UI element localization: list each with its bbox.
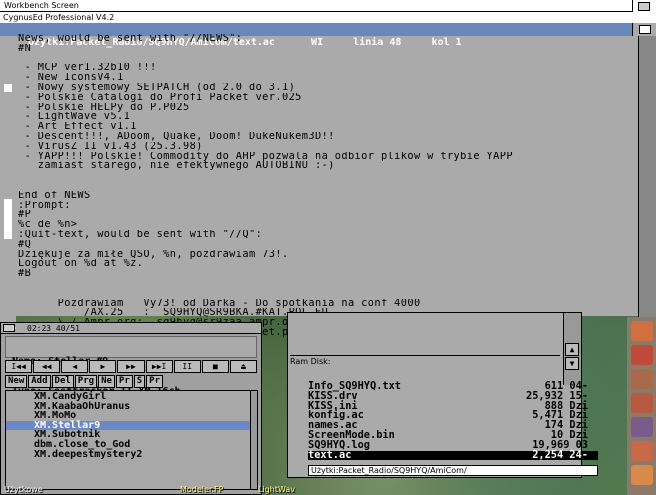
player-title-bar: 02:23 40/51 xyxy=(1,323,261,334)
module-info: Name: Stellar #9 Type: Fasttracker II XM… xyxy=(5,336,257,397)
paint-icon[interactable] xyxy=(631,345,653,365)
playlist-actions: New Add Del Prg Ne Pr S Pr xyxy=(5,375,257,388)
fruit-icon[interactable] xyxy=(631,465,653,485)
directory-scrollbar[interactable]: ▲ ▼ xyxy=(563,313,581,385)
playlist-action-new-button[interactable]: New xyxy=(5,375,28,388)
transport-button[interactable]: ▶▶ xyxy=(117,360,145,373)
playlist-action-pr-button[interactable]: Pr xyxy=(146,375,164,388)
editor-screen-title: CygnusEd Professional V4.2 xyxy=(0,12,656,23)
player-time: 02:23 40/51 xyxy=(27,324,80,333)
playlist-item[interactable]: XM.deepestmystery2 xyxy=(6,449,251,460)
editor-line: #P xyxy=(18,210,32,221)
editor-scrollbar[interactable] xyxy=(638,36,656,326)
editor-line: - Descent!!!, ADoom, Quake, Doom! DukeNu… xyxy=(18,131,335,142)
playlist-action-del-button[interactable]: Del xyxy=(51,375,74,388)
editor-gutter xyxy=(0,36,16,326)
editor-line: - New IconsV4.1 xyxy=(18,73,124,83)
file-name: text.ac xyxy=(308,448,352,461)
playlist-scrollbar[interactable] xyxy=(250,390,258,490)
bookmark-marker xyxy=(4,84,12,92)
editor-line: zamiast starego, nie efektywnego AUTOBIN… xyxy=(18,161,335,172)
playlist-action-s-button[interactable]: S xyxy=(133,375,146,388)
editor-line: :Quit-text, would be sent with "//Q": xyxy=(18,229,263,240)
transport-button[interactable]: ◀◀ xyxy=(33,360,61,373)
directory-path[interactable]: Użytki:Packet_Radio/SQ9HYQ/AmiCom/ xyxy=(308,465,598,476)
brush-icon[interactable] xyxy=(631,369,653,389)
playlist-action-pr-button[interactable]: Pr xyxy=(115,375,133,388)
editor-line: Pozdrawiam Vy73! od Darka - Do spotkania… xyxy=(18,298,421,309)
workbench-title: Workbench Screen xyxy=(4,1,79,10)
editor-line: - LightWave v5.1 xyxy=(18,112,131,123)
editor-line: #N xyxy=(18,43,32,54)
transport-button[interactable]: ▶ xyxy=(89,360,117,373)
editor-line: - Nowy systemowy SETPATCH (od 2.0 do 3.1… xyxy=(18,82,296,93)
editor-line: - YAPP!!! Polskie! Commodity do AHP pozw… xyxy=(18,151,513,162)
transport-button[interactable]: ■ xyxy=(201,360,229,373)
file-row[interactable]: text.ac 2,254 24- xyxy=(308,448,598,461)
editor-line: :Prompt: xyxy=(18,200,71,211)
transport-button[interactable]: ◀ xyxy=(61,360,89,373)
editor-line: - MCP ver1.32b10 !!! xyxy=(18,63,157,74)
editor-line: #B xyxy=(18,269,32,279)
editor-line: News, would be sent with "//NEWS": xyxy=(18,34,243,44)
playlist-action-add-button[interactable]: Add xyxy=(28,375,51,388)
depth-gadget-icon[interactable] xyxy=(632,0,656,12)
scroll-down-icon[interactable]: ▼ xyxy=(565,357,579,370)
block-marker xyxy=(4,199,12,239)
close-icon[interactable] xyxy=(3,324,15,332)
editor-line: - Polskie HELPy do P.P025 xyxy=(18,102,190,113)
editor-text-area[interactable]: News, would be sent with "//NEWS": #N - M… xyxy=(18,34,638,357)
hand-icon[interactable] xyxy=(631,393,653,413)
editor-line: - VirusZ II v1.43 (25.3.98) xyxy=(18,141,203,152)
editor-line: %c de %n> xyxy=(18,220,78,230)
transport-button[interactable]: ⏏ xyxy=(229,360,257,373)
icon-label-lightwave[interactable]: LightWav xyxy=(258,485,295,495)
icon-label-uzytkowe[interactable]: Użytkowe xyxy=(4,485,43,495)
transport-button[interactable]: ▶▶I xyxy=(145,360,173,373)
apple-icon[interactable] xyxy=(631,441,653,461)
editor-screen: CygnusEd Professional V4.2 Użytki:Packet… xyxy=(0,12,656,357)
tool-icon[interactable] xyxy=(631,321,653,341)
transport-button[interactable]: I◀◀ xyxy=(5,360,33,373)
editor-line: - Polskie Catalogi do Profi Packet ver.0… xyxy=(18,92,302,103)
scroll-up-icon[interactable]: ▲ xyxy=(565,343,579,356)
transport-controls: I◀◀ ◀◀ ◀ ▶ ▶▶ ▶▶I II ■ ⏏ xyxy=(5,360,257,373)
icon-dock xyxy=(627,317,656,495)
editor-line: - Art Effect v1.1 xyxy=(18,122,137,132)
icon-label-modeler[interactable]: Modeler.FP xyxy=(180,485,223,495)
editor-line: #Q xyxy=(18,239,32,250)
file-size: 2,254 24- xyxy=(532,448,588,461)
editor-line: Logout on %d at %z. xyxy=(18,259,144,270)
utility-icon[interactable] xyxy=(631,417,653,437)
playlist-action-ne-button[interactable]: Ne xyxy=(98,375,115,388)
editor-line: End of NEWS xyxy=(18,190,91,201)
ram-disk-label: Ram Disk: xyxy=(290,355,560,367)
module-player-window: 02:23 40/51 Name: Stellar #9 Type: Fastt… xyxy=(0,322,262,495)
playlist-action-prg-button[interactable]: Prg xyxy=(74,375,98,388)
workbench-title-bar: Workbench Screen xyxy=(0,0,656,12)
file-list[interactable]: Info_SQ9HYQ.txt 611 04- KISS.drv 25,932 15-… xyxy=(308,381,598,464)
editor-line: Dziękuje za miłe QSO, %n, pozdrawiam 73!… xyxy=(18,249,289,260)
directory-upper-pane xyxy=(288,313,581,353)
playlist[interactable]: XM.CandyGirl XM.KaabaOhUranus XM.MoMo XM.St… xyxy=(5,390,252,490)
transport-button[interactable]: II xyxy=(173,360,201,373)
